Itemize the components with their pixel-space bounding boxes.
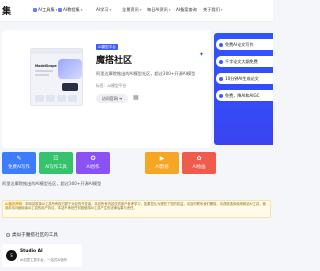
preview-text-line [35, 70, 53, 72]
visit-site-button[interactable]: 访问官网 ➔ [96, 94, 128, 103]
tutorial-icon [58, 8, 62, 12]
promo-item-generate[interactable]: 10分钟AI生成论文 [216, 73, 273, 84]
page-title: 魔搭社区 [96, 56, 133, 66]
qr-code-icon[interactable]: ▦ [133, 95, 139, 101]
site-description: 阿里达摩院推出的AI模型社区，超过300+开源AI模型 [96, 71, 196, 76]
preview-dark-panel [62, 83, 78, 91]
chevron-down-icon: ▾ [139, 8, 142, 12]
related-tool-name: Studio AI [20, 249, 43, 254]
bullet-icon [219, 42, 223, 47]
promo-side-panel: 免费AI论文写作 千字论文大纲免费 10分钟AI生成论文 免费，降AI和AIGC [214, 33, 273, 145]
chevron-down-icon: ▾ [109, 8, 112, 12]
chevron-down-icon: ▾ [80, 8, 83, 12]
nav-item-news[interactable]: 全景资讯 ▾ [122, 7, 141, 13]
nav-item-daily-news[interactable]: 每日AI资讯 ▾ [147, 7, 171, 13]
arrow-right-icon: ➔ [118, 96, 123, 101]
promo-item-outline[interactable]: 千字论文大纲免费 [216, 56, 273, 67]
nav-item-ai-tutorials[interactable]: AI教程集 ▾ [58, 7, 82, 13]
nav-item-ai-tools[interactable]: AI工具集 ▾ [33, 7, 57, 13]
top-nav-bar: 集 AI工具集 ▾ AI教程集 ▾ AI学习 ▾ 全景资讯 ▾ 每日AI资讯 ▾ AI备案… [0, 0, 273, 22]
preview-tile [35, 95, 44, 102]
preview-heading: ModelScope [35, 64, 57, 68]
action-ai-creation[interactable]: ✪ AI创作 [76, 152, 110, 174]
site-logo[interactable]: 集 [2, 4, 12, 17]
action-ai-writing-tools[interactable]: ☷ AI写作工具 [39, 152, 73, 174]
bullet-icon [219, 93, 223, 98]
category-badge[interactable]: AI模型平台 [96, 44, 118, 50]
pen-icon: ✎ [16, 155, 22, 162]
tool-logo-icon: S [6, 250, 17, 261]
play-icon: ▶ [159, 155, 165, 162]
tools-icon [33, 8, 37, 12]
summary-text: 阿里达摩院推出的AI模型社区，超过300+开源AI模型 [2, 181, 102, 186]
preview-tile [57, 95, 66, 102]
nav-item-about[interactable]: 关于我们 ▾ [203, 7, 222, 13]
promo-item-reduce-ai[interactable]: 免费，降AI和AIGC [216, 90, 273, 101]
preview-browser-bar [31, 49, 82, 54]
action-free-ai-writing[interactable]: ✎ 免费AI写作 [2, 152, 36, 174]
site-tags: 标签：AI模型平台 [96, 83, 127, 88]
flower-icon: ✿ [196, 155, 202, 162]
circle-icon [6, 233, 10, 237]
preview-tile [46, 95, 55, 102]
site-preview-image[interactable]: ModelScope [30, 48, 83, 106]
nav-item-filing-query[interactable]: AI备案查询 [176, 7, 197, 13]
preview-graphic [58, 59, 82, 79]
document-icon: ☷ [53, 155, 59, 162]
nav-item-ai-learning[interactable]: AI学习 ▾ [96, 7, 111, 13]
notice-text: 本网站收录AI工具所有权归属于对应的开发者，本站所有内容仅供用户参考学习，如果您… [5, 202, 266, 211]
action-ai-painting[interactable]: ✿ AI绘画 [182, 152, 216, 174]
chevron-down-icon: ▾ [220, 8, 223, 12]
copyright-notice: AI版权声明：本网站收录AI工具所有权归属于对应的开发者，本站所有内容仅供用户参… [2, 200, 271, 218]
promo-item-free-paper[interactable]: 免费AI论文写作 [216, 39, 273, 50]
preview-tile [68, 95, 77, 102]
bullet-icon [219, 76, 223, 81]
star-icon: ✪ [90, 155, 96, 162]
chevron-down-icon: ▾ [168, 8, 171, 12]
related-section-title: 类似于魔搭社区的工具 [6, 232, 58, 238]
action-ai-video[interactable]: ▶ AI影视 [145, 152, 179, 174]
bullet-icon [219, 59, 223, 64]
preview-text-line [35, 74, 49, 76]
related-tool-card[interactable]: S Studio AI AI创意工具平台，一站式AI创作 [2, 244, 82, 267]
related-tool-desc: AI创意工具平台，一站式AI创作 [20, 258, 68, 262]
sparkle-icon: ✦ [199, 51, 205, 58]
